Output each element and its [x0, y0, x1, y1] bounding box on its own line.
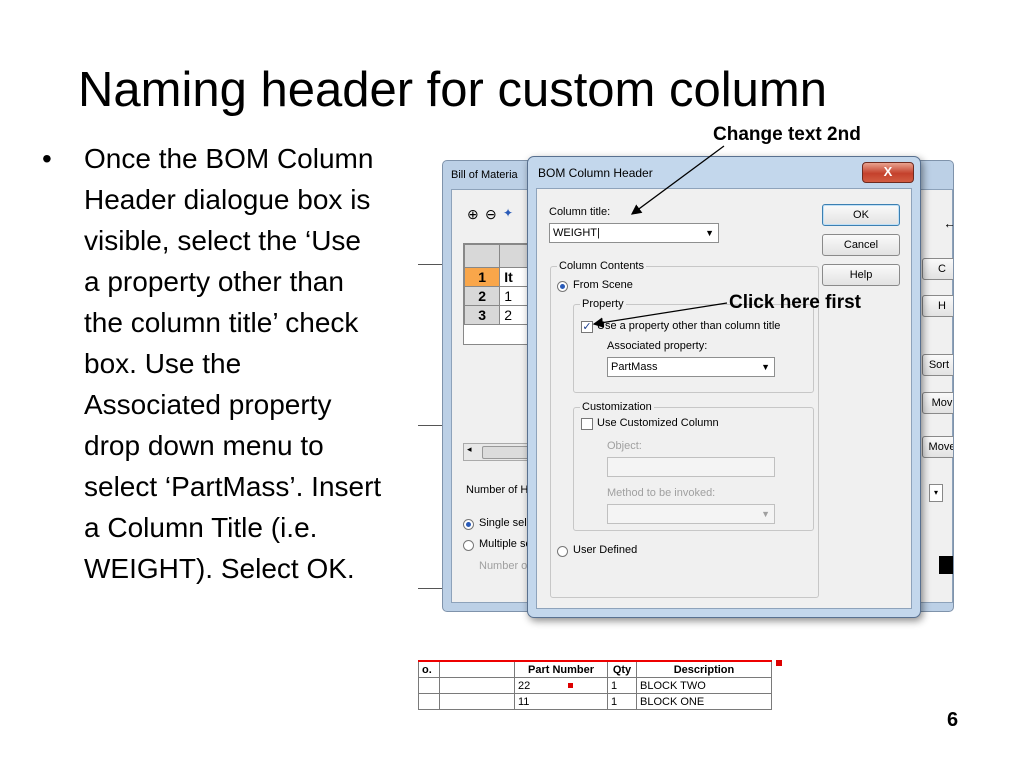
table-cell: 22: [514, 677, 608, 694]
table-header: [439, 660, 515, 678]
change-text-callout: Change text 2nd: [713, 124, 861, 145]
change-text-arrow: [630, 145, 725, 215]
table-header: Qty: [607, 660, 637, 678]
table-header: Part Number: [514, 660, 608, 678]
table-cell: BLOCK ONE: [636, 693, 772, 710]
table-header: o.: [418, 660, 440, 678]
bom-table-strip: o. Part Number Qty Description 22 1 BLOC…: [418, 660, 782, 710]
table-cell: [418, 677, 440, 694]
table-cell: 1: [607, 677, 637, 694]
click-here-arrow: [592, 302, 728, 328]
table-header: Description: [636, 660, 772, 678]
table-row[interactable]: 11 1 BLOCK ONE: [418, 693, 772, 710]
callout-arrows: [592, 145, 728, 328]
table-row[interactable]: 22 1 BLOCK TWO: [418, 677, 772, 694]
corner-handle[interactable]: [776, 660, 782, 666]
table-cell: [439, 677, 515, 694]
selection-handle[interactable]: [568, 683, 574, 689]
table-cell: [418, 693, 440, 710]
click-here-callout: Click here first: [729, 292, 861, 313]
table-cell: 1: [607, 693, 637, 710]
table-cell: [439, 693, 515, 710]
table-cell: 11: [514, 693, 608, 710]
table-cell: BLOCK TWO: [636, 677, 772, 694]
